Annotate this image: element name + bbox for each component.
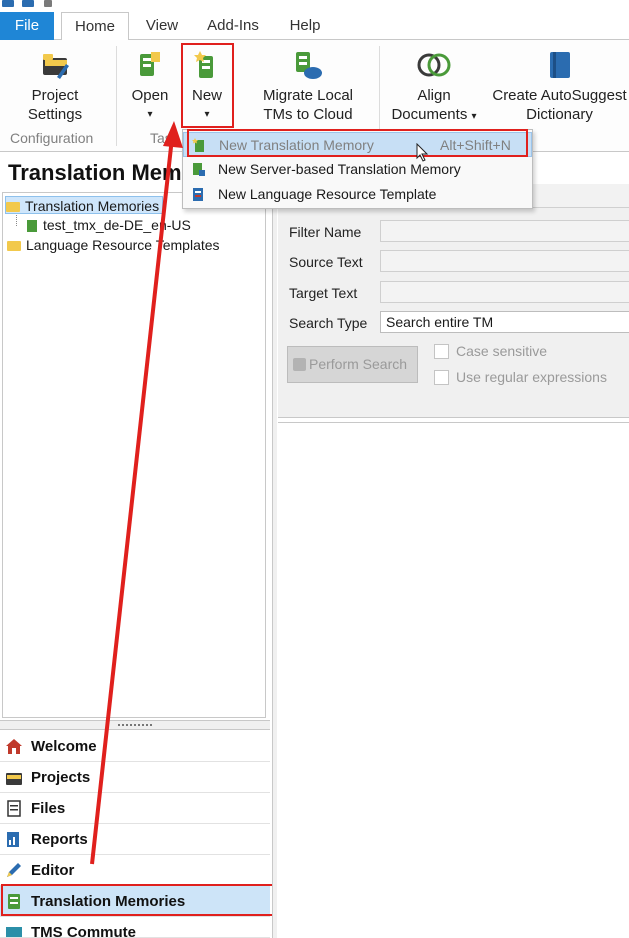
nav-label: Welcome — [31, 738, 97, 755]
nav-reports[interactable]: Reports — [0, 824, 270, 855]
menu-item-label: New Server-based Translation Memory — [218, 161, 461, 177]
tm-tree: Translation Memories test_tmx_de-DE_en-U… — [2, 192, 266, 718]
search-type-select[interactable]: Search entire TM — [380, 311, 629, 333]
save-icon[interactable] — [22, 0, 34, 7]
nav-files[interactable]: Files — [0, 793, 270, 824]
case-sensitive-checkbox[interactable] — [434, 344, 449, 359]
search-type-label: Search Type — [289, 315, 368, 331]
reports-icon — [7, 832, 19, 847]
tms-commute-icon — [6, 927, 22, 937]
language-resource-icon — [193, 188, 203, 201]
tab-add-ins[interactable]: Add-Ins — [200, 12, 266, 40]
target-text-label: Target Text — [289, 285, 358, 301]
nav-label: TMS Commute — [31, 924, 136, 938]
filter-name-label: Filter Name — [289, 224, 362, 240]
tab-home[interactable]: Home — [61, 12, 129, 41]
search-filter-icon — [293, 358, 306, 371]
migrate-label-1: Migrate Local — [262, 87, 354, 104]
source-text-input[interactable] — [380, 250, 629, 272]
tree-item-label: Translation Memories — [25, 198, 160, 214]
panel-splitter[interactable] — [0, 720, 270, 730]
projects-icon — [6, 773, 22, 785]
project-settings-button[interactable]: Project Settings — [10, 50, 100, 124]
tree-item-language-resource-templates[interactable]: Language Resource Templates — [7, 236, 220, 254]
open-dropdown-arrow[interactable]: ▾ — [126, 105, 174, 124]
create-autosuggest-button[interactable]: Create AutoSuggest Dictionary — [490, 50, 629, 124]
migrate-local-tms-button[interactable]: Migrate Local TMs to Cloud — [252, 50, 364, 124]
open-label: Open — [131, 87, 169, 104]
menu-item-new-language-resource-template[interactable]: New Language Resource Template — [183, 182, 532, 207]
project-settings-icon — [43, 54, 69, 79]
mouse-cursor-icon — [416, 143, 429, 162]
folder-open-icon — [6, 202, 20, 212]
perform-search-button[interactable]: Perform Search — [287, 346, 418, 383]
perform-search-label: Perform Search — [309, 356, 408, 372]
project-settings-label-2: Settings — [27, 106, 83, 123]
project-settings-label-1: Project — [31, 87, 79, 104]
autosuggest-label-1: Create AutoSuggest — [492, 87, 627, 104]
pane-divider[interactable] — [272, 158, 277, 938]
nav-projects[interactable]: Projects — [0, 762, 270, 793]
tree-item-label: test_tmx_de-DE_en-US — [43, 217, 191, 233]
tree-item-label: Language Resource Templates — [26, 237, 220, 253]
new-tm-menu-highlight — [187, 129, 528, 157]
files-icon — [7, 800, 21, 817]
nav-label: Projects — [31, 769, 91, 786]
autosuggest-label-2: Dictionary — [526, 106, 593, 123]
splitter-grip[interactable] — [118, 724, 152, 726]
migrate-label-2: TMs to Cloud — [263, 106, 353, 123]
dictionary-icon — [549, 52, 570, 78]
case-sensitive-label: Case sensitive — [456, 343, 548, 359]
tm-file-icon — [27, 220, 37, 232]
home-icon — [6, 739, 22, 754]
server-tm-icon — [193, 163, 205, 176]
align-documents-icon — [417, 53, 451, 77]
target-text-input[interactable] — [380, 281, 629, 303]
align-dropdown-arrow[interactable]: ▾ — [472, 111, 477, 122]
regex-label: Use regular expressions — [456, 369, 607, 385]
group-label-configuration: Configuration — [10, 130, 94, 146]
panel-title: Translation Memo — [8, 160, 196, 185]
nav-welcome[interactable]: Welcome — [0, 731, 270, 762]
tree-item-translation-memories[interactable]: Translation Memories — [5, 196, 163, 214]
align-label-2: Documents ▾ — [386, 105, 482, 126]
nav-editor[interactable]: Editor — [0, 855, 270, 886]
tab-file[interactable]: File — [0, 12, 54, 40]
folder-icon — [7, 241, 21, 251]
source-text-label: Source Text — [289, 254, 363, 270]
tab-help[interactable]: Help — [282, 12, 328, 40]
new-button-highlight — [181, 43, 234, 128]
ribbon-tab-bar: File Home View Add-Ins Help — [0, 12, 629, 41]
group-label-tasks: Tas — [150, 130, 172, 146]
editor-icon — [7, 863, 21, 877]
tree-item-tm[interactable]: test_tmx_de-DE_en-US — [27, 216, 191, 234]
migrate-cloud-icon — [296, 52, 322, 79]
filter-name-input[interactable] — [380, 220, 629, 242]
quick-access-toolbar — [0, 0, 629, 12]
nav-label: Editor — [31, 862, 75, 879]
regex-checkbox[interactable] — [434, 370, 449, 385]
tab-view[interactable]: View — [140, 12, 184, 40]
ribbon-separator — [116, 46, 117, 146]
app-icon — [2, 0, 14, 7]
align-label-2-text: Documents — [391, 106, 468, 123]
customize-icon[interactable] — [44, 0, 52, 7]
align-documents-button[interactable]: Align Documents ▾ — [386, 50, 482, 126]
menu-item-new-server-tm[interactable]: New Server-based Translation Memory — [183, 157, 532, 182]
nav-label: Reports — [31, 831, 88, 848]
search-results-area — [278, 422, 629, 938]
nav-translation-memories-highlight — [1, 884, 277, 916]
nav-tms-commute[interactable]: TMS Commute — [0, 917, 270, 938]
open-button[interactable]: Open ▾ — [126, 50, 174, 124]
open-tm-icon — [140, 52, 160, 76]
nav-label: Files — [31, 800, 66, 817]
align-label-1: Align — [417, 87, 451, 104]
menu-item-label: New Language Resource Template — [218, 186, 437, 202]
